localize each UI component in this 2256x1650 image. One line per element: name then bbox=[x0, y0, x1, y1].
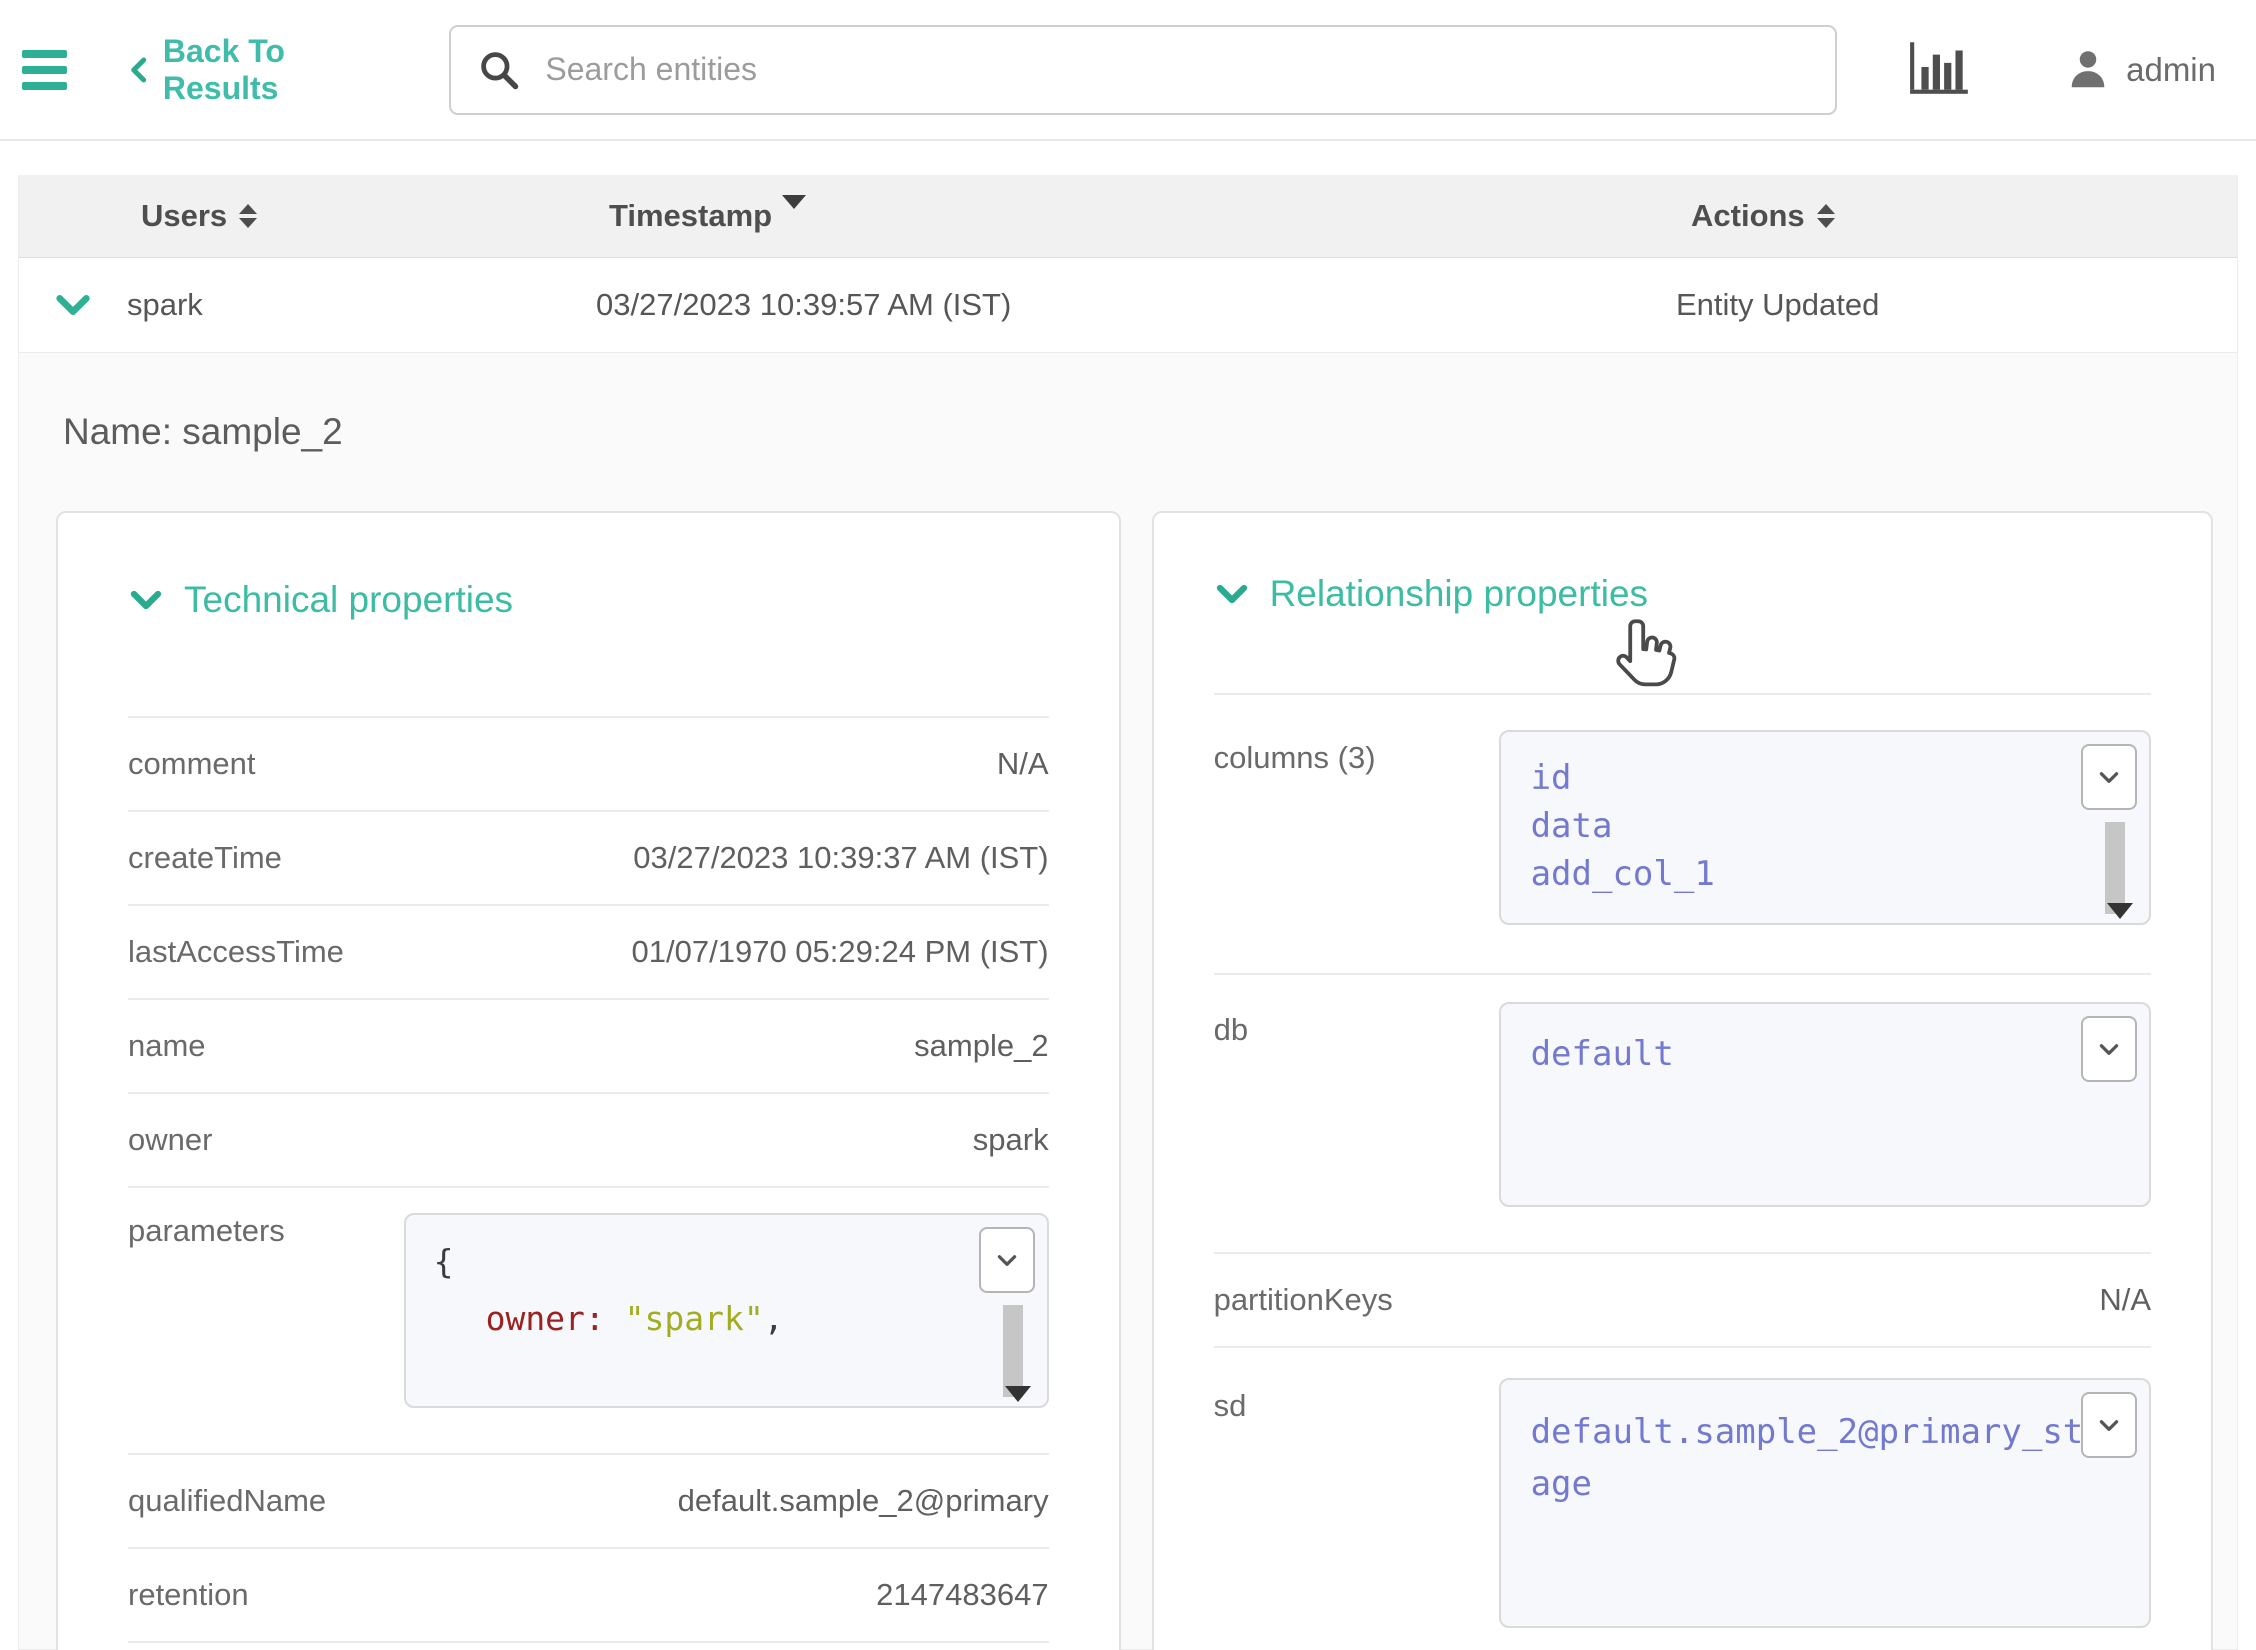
technical-properties-toggle[interactable]: Technical properties bbox=[128, 579, 1049, 621]
top-bar: Back To Results admin bbox=[0, 0, 2256, 141]
scrollbar-thumb[interactable] bbox=[2105, 822, 2125, 914]
code-line: { bbox=[434, 1233, 967, 1290]
property-row: name sample_2 bbox=[128, 998, 1049, 1092]
sd-link[interactable]: default.sample_2@primary_storage bbox=[1531, 1412, 2125, 1504]
chevron-down-icon bbox=[128, 582, 164, 618]
sort-icon[interactable] bbox=[239, 204, 257, 228]
users-header-label: Users bbox=[141, 198, 227, 234]
chevron-left-icon bbox=[125, 54, 155, 86]
user-icon bbox=[2065, 47, 2111, 93]
audit-table-header: Users Timestamp Actions bbox=[19, 175, 2237, 258]
column-link[interactable]: id bbox=[1531, 754, 2079, 802]
search-input[interactable] bbox=[545, 51, 1809, 88]
property-row-parameters: parameters { owner: "spark", bbox=[128, 1186, 1049, 1453]
relationship-properties-toggle[interactable]: Relationship properties bbox=[1214, 573, 2151, 615]
property-row: createTime 03/27/2023 10:39:37 AM (IST) bbox=[128, 810, 1049, 904]
bar-chart-icon bbox=[1907, 36, 1973, 98]
collapse-value-button[interactable] bbox=[2081, 1016, 2137, 1082]
columns-value-box[interactable]: id data add_col_1 bbox=[1499, 730, 2151, 925]
sort-desc-icon[interactable] bbox=[782, 195, 806, 209]
audit-user-cell: spark bbox=[127, 287, 489, 323]
scrollbar-thumb[interactable] bbox=[1003, 1305, 1023, 1397]
column-header-timestamp[interactable]: Timestamp bbox=[489, 198, 1539, 234]
property-row-partitionkeys: partitionKeys N/A bbox=[1214, 1252, 2151, 1346]
audit-table: Users Timestamp Actions spark 03/27/2023… bbox=[18, 175, 2238, 1650]
entity-name: Name: sample_2 bbox=[43, 353, 2213, 453]
property-row: owner spark bbox=[128, 1092, 1049, 1186]
property-row-db: db default bbox=[1214, 973, 2151, 1252]
column-link[interactable]: data bbox=[1531, 802, 2079, 850]
sort-icon[interactable] bbox=[1817, 204, 1835, 228]
property-row: qualifiedName default.sample_2@primary bbox=[128, 1453, 1049, 1547]
actions-header-label: Actions bbox=[1691, 198, 1805, 234]
audit-timestamp-cell: 03/27/2023 10:39:57 AM (IST) bbox=[489, 287, 1539, 323]
chevron-down-icon bbox=[2096, 1412, 2122, 1438]
column-header-actions[interactable]: Actions bbox=[1539, 198, 2237, 234]
property-row-columns: columns (3) id data add_col_1 bbox=[1214, 693, 2151, 973]
collapse-value-button[interactable] bbox=[979, 1227, 1035, 1293]
property-row: comment N/A bbox=[128, 716, 1049, 810]
collapse-value-button[interactable] bbox=[2081, 744, 2137, 810]
mouse-pointer-cursor bbox=[1606, 613, 1682, 689]
chevron-down-icon bbox=[2096, 764, 2122, 790]
search-box bbox=[449, 25, 1837, 115]
chevron-down-icon bbox=[2096, 1036, 2122, 1062]
column-header-users[interactable]: Users bbox=[19, 198, 489, 234]
audit-row[interactable]: spark 03/27/2023 10:39:57 AM (IST) Entit… bbox=[19, 258, 2237, 353]
technical-properties-card: Technical properties comment N/A createT… bbox=[56, 511, 1121, 1650]
db-value-box[interactable]: default bbox=[1499, 1002, 2151, 1207]
back-to-results-label: Back To Results bbox=[163, 33, 394, 107]
parameters-code-box[interactable]: { owner: "spark", bbox=[404, 1213, 1049, 1408]
username-label: admin bbox=[2126, 51, 2216, 89]
menu-icon[interactable] bbox=[22, 50, 67, 90]
technical-properties-title: Technical properties bbox=[184, 579, 513, 621]
code-line: owner: "spark", bbox=[434, 1290, 967, 1347]
property-row: tableType EXTERNAL_TABLE bbox=[128, 1641, 1049, 1650]
audit-action-cell: Entity Updated bbox=[1539, 287, 2237, 323]
chevron-down-icon bbox=[53, 285, 93, 325]
audit-row-detail: Name: sample_2 Technical properties comm… bbox=[19, 353, 2237, 1649]
column-link[interactable]: add_col_1 bbox=[1531, 850, 2079, 898]
back-to-results-link[interactable]: Back To Results bbox=[125, 33, 393, 107]
db-link[interactable]: default bbox=[1531, 1030, 2079, 1078]
property-row: lastAccessTime 01/07/1970 05:29:24 PM (I… bbox=[128, 904, 1049, 998]
collapse-value-button[interactable] bbox=[2081, 1392, 2137, 1458]
scroll-down-arrow[interactable] bbox=[1005, 1386, 1031, 1402]
user-menu[interactable]: admin bbox=[2065, 47, 2216, 93]
scroll-down-arrow[interactable] bbox=[2107, 903, 2133, 919]
property-row: retention 2147483647 bbox=[128, 1547, 1049, 1641]
search-icon bbox=[477, 48, 521, 92]
row-expander[interactable] bbox=[19, 285, 127, 325]
property-row-sd: sd default.sample_2@primary_storage bbox=[1214, 1346, 2151, 1650]
chevron-down-icon bbox=[1214, 576, 1250, 612]
sd-value-box[interactable]: default.sample_2@primary_storage bbox=[1499, 1378, 2151, 1628]
statistics-button[interactable] bbox=[1907, 36, 1973, 103]
relationship-properties-title: Relationship properties bbox=[1270, 573, 1648, 615]
chevron-down-icon bbox=[994, 1247, 1020, 1273]
relationship-properties-card: Relationship properties columns (3) id d… bbox=[1152, 511, 2213, 1650]
timestamp-header-label: Timestamp bbox=[609, 198, 772, 234]
